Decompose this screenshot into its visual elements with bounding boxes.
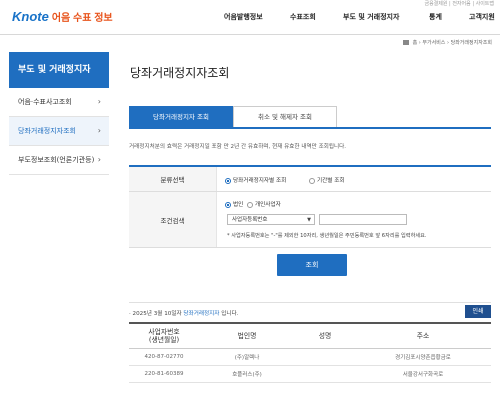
radio-selected-icon xyxy=(225,177,231,184)
radio-unselected-icon xyxy=(247,201,253,208)
chevron-right-icon: › xyxy=(97,126,101,135)
breadcrumb: 홈 › 부가서비스 › 당좌거래정지자조회 xyxy=(403,39,492,46)
cell-person-name xyxy=(295,349,355,365)
table-row[interactable]: 420-87-02770 (주)알렉나 경기김포시양촌읍황금로 xyxy=(129,349,491,366)
radio-label: 기간별 조회 xyxy=(317,178,345,184)
column-header: 성명 xyxy=(318,332,332,340)
sidebar-item-label: 어음·수표사고조회 xyxy=(18,98,72,106)
sidebar-item-default-info[interactable]: 부도정보조회(언론기관등) › xyxy=(9,146,109,175)
cell-business-number: 420-87-02770 xyxy=(144,354,184,360)
breadcrumb-current: 당좌거래정지자조회 xyxy=(450,40,492,46)
chevron-down-icon: ▼ xyxy=(307,217,311,223)
search-button[interactable]: 조회 xyxy=(277,254,347,276)
search-number-input[interactable] xyxy=(319,214,407,225)
logo-brand: Knote xyxy=(12,9,49,24)
tab-suspension-inquiry[interactable]: 당좌거래정지자 조회 xyxy=(129,106,233,127)
search-form: 분류선택 당좌거래정지자별 조회 기간별 조회 조건검색 법인 개인사업자 사업… xyxy=(129,165,491,248)
nav-item-support[interactable]: 고객지원 xyxy=(469,12,495,22)
table-header: 사업자번호 (생년월일) 법인명 성명 주소 xyxy=(129,324,491,349)
sidebar-item-label: 당좌거래정지자조회 xyxy=(18,127,76,135)
result-date: · 2025년 3월 10일자 xyxy=(129,311,182,317)
radio-by-suspended-person[interactable]: 당좌거래정지자별 조회 xyxy=(225,176,286,184)
home-icon[interactable] xyxy=(403,40,409,45)
category-row: 분류선택 당좌거래정지자별 조회 기간별 조회 xyxy=(129,167,491,192)
column-header: 법인명 xyxy=(237,332,257,340)
sidebar-item-suspension-inquiry[interactable]: 당좌거래정지자조회 › xyxy=(9,117,109,146)
result-suffix: 입니다. xyxy=(221,311,239,317)
nav-item-check-inquiry[interactable]: 수표조회 xyxy=(290,12,316,22)
sidebar-title: 부도 및 거래정지자 xyxy=(9,52,109,88)
tab-bar: 당좌거래정지자 조회 취소 및 해제자 조회 xyxy=(129,106,491,129)
cell-address: 서울강서구화곡로 xyxy=(402,372,444,378)
condition-row: 조건검색 법인 개인사업자 사업자등록번호 ▼ * 사업자등록번호는 "-"를 … xyxy=(129,192,491,248)
page-title: 당좌거래정지자조회 xyxy=(130,66,230,80)
description-text: 거래정지처분의 효력은 거래정지일 포함 만 2년 간 유효하며, 현재 유효한… xyxy=(129,144,347,150)
result-note: · 2025년 3월 10일자 당좌거래정지자 입니다. xyxy=(129,309,238,317)
chevron-right-icon: › xyxy=(97,97,101,106)
breadcrumb-home[interactable]: 홈 xyxy=(413,40,418,46)
input-hint: * 사업자등록번호는 "-"를 제외한 10자리, 생년월일은 주민등록번호 앞… xyxy=(227,233,427,239)
radio-label: 당좌거래정지자별 조회 xyxy=(233,178,287,184)
category-label: 분류선택 xyxy=(129,167,217,191)
nav-item-default-suspension[interactable]: 부도 및 거래정지자 xyxy=(343,12,399,22)
column-header: 사업자번호 (생년월일) xyxy=(148,328,180,344)
column-header: 주소 xyxy=(416,332,430,340)
select-value: 사업자등록번호 xyxy=(232,217,268,223)
result-table: 사업자번호 (생년월일) 법인명 성명 주소 420-87-02770 (주)알… xyxy=(129,322,491,383)
result-highlight: 당좌거래정지자 xyxy=(183,311,220,317)
logo-sub: 어음 수표 정보 xyxy=(51,13,113,24)
chevron-right-icon: › xyxy=(97,155,101,164)
cell-business-number: 220-81-60389 xyxy=(144,371,184,377)
print-button[interactable]: 인쇄 xyxy=(465,305,491,318)
radio-corporation[interactable]: 법인 xyxy=(225,200,243,208)
top-header: Knote 어음 수표 정보 금융결제원 | 전자어음 | 사이트맵 어음발행정보… xyxy=(0,0,500,35)
tab-cancel-release-inquiry[interactable]: 취소 및 해제자 조회 xyxy=(233,106,337,127)
logo[interactable]: Knote 어음 수표 정보 xyxy=(12,9,113,24)
cell-address: 경기김포시양촌읍황금로 xyxy=(395,355,451,361)
cell-company-name: 호플러스(주) xyxy=(232,372,262,378)
divider xyxy=(129,302,491,303)
radio-selected-icon xyxy=(225,201,231,208)
sidebar-item-accident-inquiry[interactable]: 어음·수표사고조회 › xyxy=(9,88,109,117)
radio-label: 법인 xyxy=(233,202,244,208)
radio-sole-proprietor[interactable]: 개인사업자 xyxy=(247,200,281,208)
sidebar-item-label: 부도정보조회(언론기관등) xyxy=(18,156,95,164)
search-type-select[interactable]: 사업자등록번호 ▼ xyxy=(227,214,315,225)
utility-links[interactable]: 금융결제원 | 전자어음 | 사이트맵 xyxy=(424,0,494,7)
condition-label: 조건검색 xyxy=(129,192,217,247)
nav-item-bill-info[interactable]: 어음발행정보 xyxy=(224,12,263,22)
radio-by-period[interactable]: 기간별 조회 xyxy=(309,176,345,184)
radio-unselected-icon xyxy=(309,177,315,184)
cell-company-name: (주)알렉나 xyxy=(234,355,260,361)
nav-item-statistics[interactable]: 통계 xyxy=(429,12,442,22)
table-row[interactable]: 220-81-60389 호플러스(주) 서울강서구화곡로 xyxy=(129,366,491,383)
cell-person-name xyxy=(295,366,355,382)
radio-label: 개인사업자 xyxy=(255,202,281,208)
breadcrumb-addon[interactable]: 부가서비스 xyxy=(422,40,445,46)
